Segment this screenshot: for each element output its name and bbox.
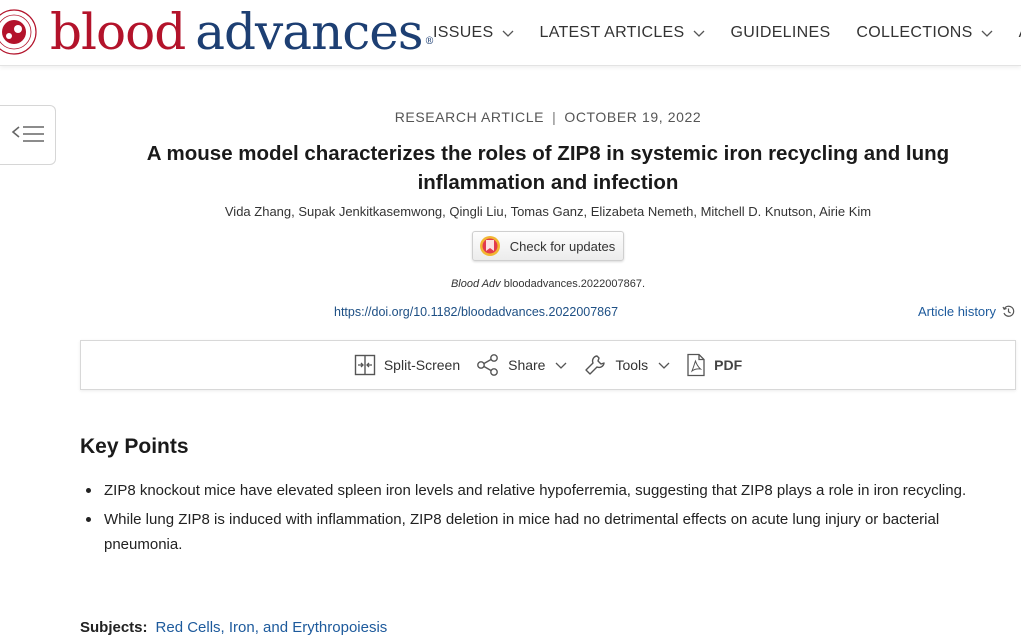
chevron-down-icon [981,30,993,37]
article-toolbar: Split-Screen Share Tools PDF [80,340,1016,390]
nav-latest-articles[interactable]: LATEST ARTICLES [540,24,705,42]
subjects-line: Subjects: Red Cells, Iron, and Erythropoi… [80,619,387,636]
toc-list-icon [11,126,44,142]
check-for-updates-label: Check for updates [509,238,616,254]
chevron-down-icon [658,362,670,369]
tools-button[interactable]: Tools [583,353,670,377]
check-updates-wrap: Check for updates [80,231,1016,262]
nav-latest-articles-label: LATEST ARTICLES [539,24,685,41]
chevron-down-icon [693,30,704,37]
pdf-file-icon [687,353,705,377]
pdf-label: PDF [714,357,743,373]
article-history-label: Article history [917,304,996,319]
nav-guidelines-label: GUIDELINES [730,24,831,41]
doi-link[interactable]: https://doi.org/10.1182/bloodadvances.20… [334,305,618,319]
journal-abbrev: Blood Adv [450,278,501,290]
tools-label: Tools [615,357,649,373]
split-screen-button[interactable]: Split-Screen [354,354,460,376]
share-label: Share [508,357,546,373]
author-list[interactable]: Vida Zhang, Supak Jenkitkasemwong, Qingl… [80,204,1016,219]
journal-citation: Blood Adv bloodadvances.2022007867. [80,278,1016,290]
blood-advances-logo[interactable]: blood advances ® [0,4,435,60]
share-icon [477,354,499,376]
article-meta: RESEARCH ARTICLE | OCTOBER 19, 2022 [80,109,1016,125]
subject-link[interactable]: Red Cells, Iron, and Erythropoiesis [156,619,388,636]
key-point-item: ZIP8 knockout mice have elevated spleen … [80,478,1000,504]
logo-wordmark: blood advances ® [50,4,435,60]
chevron-down-icon [502,30,513,37]
split-screen-icon [354,354,376,376]
nav-collections-label: COLLECTIONS [856,24,973,41]
pdf-button[interactable]: PDF [686,353,742,377]
share-button[interactable]: Share [476,354,567,376]
key-point-item: While lung ZIP8 is induced with inflamma… [80,507,1000,558]
key-points-heading: Key Points [80,435,189,458]
journal-id: bloodadvances.2022007867. [500,278,646,290]
society-seal-icon [0,9,37,55]
logo-word-blood: blood [50,3,186,61]
crossmark-icon [479,236,500,256]
main-nav: ISSUES LATEST ARTICLES GUIDELINES COLLEC… [433,0,1021,66]
article-title: A mouse model characterizes the roles of… [146,142,950,194]
nav-collections[interactable]: COLLECTIONS [856,24,993,42]
chevron-down-icon [556,362,567,369]
article-type: RESEARCH ARTICLE [394,109,545,125]
article-history-link[interactable]: Article history [918,304,1015,319]
site-header: blood advances ® ISSUES LATEST ARTICLES GU… [0,0,1021,66]
nav-issues-label: ISSUES [433,24,494,41]
article-date: OCTOBER 19, 2022 [564,109,702,125]
check-for-updates-button[interactable]: Check for updates [471,231,625,261]
history-clock-icon [1002,305,1015,317]
subjects-label: Subjects: [80,619,148,636]
split-screen-label: Split-Screen [383,357,461,373]
logo-word-advances: advances [195,3,423,61]
nav-issues[interactable]: ISSUES [433,24,514,42]
nav-guidelines[interactable]: GUIDELINES [731,24,831,42]
meta-separator: | [552,109,557,125]
table-of-contents-toggle[interactable] [0,105,56,165]
key-points-list: ZIP8 knockout mice have elevated spleen … [80,478,1000,561]
wrench-icon [585,355,606,375]
